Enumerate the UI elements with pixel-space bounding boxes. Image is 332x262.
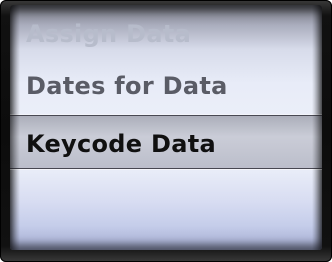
picker-option-label: Assign Data xyxy=(26,20,192,48)
picker-option-label: Keycode Data xyxy=(26,130,217,158)
picker-wheel[interactable]: Assign Data Dates for Data Keycode Data xyxy=(10,5,322,250)
picker-option-assign-data[interactable]: Assign Data xyxy=(10,11,322,57)
picker-option-label: Dates for Data xyxy=(26,72,228,100)
picker-frame: Assign Data Dates for Data Keycode Data xyxy=(0,0,332,262)
picker-option-dates-for-data[interactable]: Dates for Data xyxy=(10,63,322,109)
picker-option-keycode-data[interactable]: Keycode Data xyxy=(10,121,322,167)
